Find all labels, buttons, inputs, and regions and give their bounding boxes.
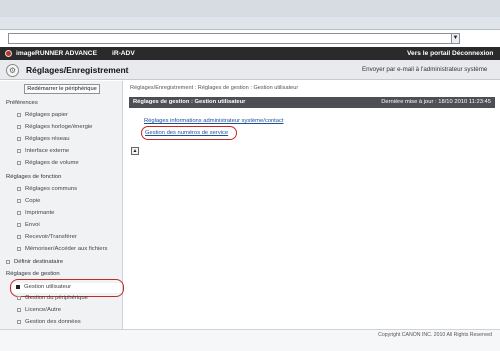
bullet-icon [17,137,21,141]
browser-toolbar [0,0,500,30]
sidebar-section-destination[interactable]: Définir destinataire [6,259,63,265]
last-updated: Dernière mise à jour : 18/10 2010 11:23:… [381,99,491,105]
copyright: Copyright CANON INC. 2010 All Rights Res… [378,332,492,338]
section-header: Réglages de gestion : Gestion utilisateu… [129,97,495,108]
portal-link[interactable]: Vers le portail [407,50,450,57]
device-model: iR-ADV [112,50,135,57]
sidebar-item-label: Réglages de volume [25,160,79,166]
bullet-icon [17,308,21,312]
sidebar-item-store-access-files[interactable]: Mémoriser/Accéder aux fichiers [17,246,108,252]
bullet-icon [17,211,21,215]
sidebar-item-volume[interactable]: Réglages de volume [17,160,79,166]
sidebar-item-label: Imprimante [25,210,55,216]
sidebar-item-label: Réglages papier [25,112,68,118]
section-title: Réglages de gestion : Gestion utilisateu… [133,99,246,105]
sidebar-item-send[interactable]: Envoi [17,222,40,228]
sidebar-item-printer[interactable]: Imprimante [17,210,54,216]
bullet-icon [17,199,21,203]
sidebar-item-label: Mémoriser/Accéder aux fichiers [25,246,108,252]
sidebar-item-external-interface[interactable]: Interface externe [17,148,69,154]
sidebar-item-label: Recevoir/Transférer [25,234,77,240]
app-header: imageRUNNER ADVANCE iR-ADV Vers le porta… [0,47,500,60]
page-header: ⚙ Réglages/Enregistrement Envoyer par e-… [0,60,500,80]
sidebar-item-label: Envoi [25,222,40,228]
bullet-icon [17,187,21,191]
settings-gear-icon: ⚙ [6,64,19,77]
sidebar-item-label: Interface externe [25,148,70,154]
bullet-icon [17,161,21,165]
bullet-icon [17,320,21,324]
sidebar-section-preferences[interactable]: Préférences [6,100,38,106]
sidebar-item-label: Réglages communs [25,186,78,192]
sidebar-item-clock-energy[interactable]: Réglages horloge/énergie [17,124,92,130]
sidebar-item-label: Licence/Autre [25,307,62,313]
main-content: Réglages/Enregistrement : Réglages de ge… [124,81,500,329]
sidebar-item-network[interactable]: Réglages réseau [17,136,70,142]
bullet-icon [17,296,21,300]
sidebar-item-common[interactable]: Réglages communs [17,186,77,192]
sidebar-item-label: Gestion des données [25,319,81,325]
address-dropdown-button[interactable]: ▼ [451,33,460,44]
logout-link[interactable]: Déconnexion [452,50,493,57]
canon-logo-icon [5,50,12,57]
sidebar: Redémarrer le périphérique Préférences R… [0,81,124,329]
bullet-icon [6,260,10,264]
sidebar-item-data-management[interactable]: Gestion des données [17,319,81,325]
address-bar[interactable] [8,33,459,44]
sidebar-section-functions[interactable]: Réglages de fonction [6,174,61,180]
restart-device-button[interactable]: Redémarrer le périphérique [24,84,100,94]
sidebar-item-label: Réglages horloge/énergie [25,124,93,130]
bullet-icon [17,113,21,117]
admin-contact-link[interactable]: Réglages informations administrateur sys… [144,118,284,124]
bullet-icon [17,247,21,251]
highlight-circle [141,126,237,140]
sidebar-item-label: Copie [25,198,41,204]
sidebar-item-paper[interactable]: Réglages papier [17,112,68,118]
sidebar-section-management[interactable]: Réglages de gestion [6,271,60,277]
sidebar-item-license-other[interactable]: Licence/Autre [17,307,61,313]
breadcrumb: Réglages/Enregistrement : Réglages de ge… [130,85,299,91]
sidebar-item-copy[interactable]: Copie [17,198,40,204]
sidebar-item-label: Gestion du périphérique [25,295,88,301]
bullet-icon [17,125,21,129]
sidebar-item-receive-forward[interactable]: Recevoir/Transférer [17,234,77,240]
email-admin-link[interactable]: Envoyer par e-mail à l'administrateur sy… [362,66,487,73]
bullet-icon [17,149,21,153]
bullet-icon [17,223,21,227]
sidebar-section-label: Définir destinataire [14,259,64,265]
page-top-button[interactable]: ▲ [131,147,139,155]
brand-name: imageRUNNER ADVANCE [16,50,97,57]
sidebar-item-device-management[interactable]: Gestion du périphérique [17,295,88,301]
footer: Copyright CANON INC. 2010 All Rights Res… [0,329,500,351]
browser-title-band [0,0,500,17]
sidebar-item-label: Réglages réseau [25,136,70,142]
bullet-icon [17,235,21,239]
page-title: Réglages/Enregistrement [26,65,129,75]
